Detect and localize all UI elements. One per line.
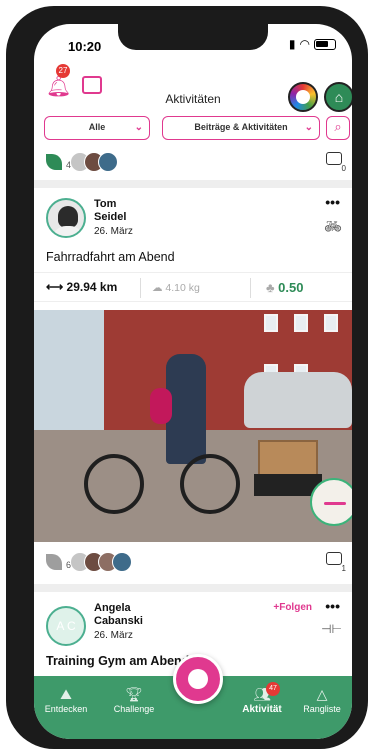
avatar[interactable] (46, 198, 86, 238)
author-first-name: Tom (94, 198, 117, 210)
more-options-icon[interactable]: ••• (325, 194, 340, 210)
avatar-face (58, 206, 78, 228)
post-date: 26. März (94, 226, 133, 237)
photo-wheel (84, 454, 144, 514)
search-icon: ⌕ (334, 119, 342, 134)
photo-cargo-box (258, 440, 318, 476)
scope-select-value: Alle (88, 122, 106, 132)
battery-icon (314, 38, 336, 50)
chevron-down-icon: ⌄ (134, 122, 143, 133)
photo-window (294, 314, 308, 332)
chevron-down-icon: ⌄ (304, 122, 313, 133)
author-name[interactable]: Angela Cabanski (94, 602, 143, 628)
nav-label: Entdecken (44, 704, 88, 714)
stat-separator (140, 278, 141, 298)
route-map-thumbnail[interactable] (310, 478, 352, 526)
avatar (98, 152, 118, 172)
post-date: 26. März (94, 630, 133, 641)
photo-child (150, 388, 172, 424)
comment-icon[interactable] (326, 552, 342, 565)
arrows-icon: ⟷ (46, 280, 67, 294)
author-last-name: Cabanski (94, 615, 143, 627)
avatar-body (52, 226, 84, 236)
phone-frame: 10:20 ▮ ◠ 🔔︎ 27 Aktivitäten ⌂ Alle ⌄ Bei… (6, 6, 368, 749)
reaction-avatars[interactable] (70, 552, 132, 572)
co2-cloud-icon: ☁ (152, 282, 166, 294)
photo-window (324, 314, 338, 332)
more-options-icon[interactable]: ••• (325, 598, 340, 614)
points-stat: ♣ 0.50 (266, 280, 303, 295)
nav-item-rangliste[interactable]: △ Rangliste (292, 686, 352, 714)
home-button[interactable]: ⌂ (324, 82, 352, 112)
filter-bar: Alle ⌄ Beiträge & Aktivitäten ⌄ ⌕ (44, 116, 350, 142)
photo-person (166, 354, 206, 464)
author-name[interactable]: Tom Seidel (94, 198, 126, 224)
reaction-avatars[interactable] (70, 152, 118, 172)
post-title[interactable]: Fahrradfahrt am Abend (46, 250, 175, 264)
nav-item-entdecken[interactable]: ⛰ Entdecken (36, 686, 96, 714)
leaf-icon[interactable] (46, 554, 62, 570)
nav-item-challenge[interactable]: 🏆︎ Challenge (104, 686, 164, 714)
type-select-value: Beiträge & Aktivitäten (194, 122, 288, 132)
post-card: Tom Seidel 26. März ••• 🚲︎ Fahrradfahrt … (34, 188, 352, 588)
photo-car (244, 372, 352, 428)
status-time: 10:20 (68, 39, 102, 54)
comment-icon[interactable] (326, 152, 342, 165)
trophy-icon: 🏆︎ (125, 686, 143, 702)
post-photo[interactable] (34, 310, 352, 542)
stat-separator (250, 278, 251, 298)
dumbbell-icon: ⊣⊢ (321, 622, 342, 636)
co2-value: 4.10 kg (165, 282, 200, 294)
author-first-name: Angela (94, 602, 131, 614)
wifi-icon: ◠ (299, 37, 310, 51)
status-icons: ▮ ◠ (289, 37, 336, 51)
scope-select[interactable]: Alle ⌄ (44, 116, 150, 140)
phone-notch (118, 24, 268, 50)
nav-label: Challenge (113, 704, 155, 714)
signal-icon: ▮ (288, 37, 296, 51)
mood-wheel-button[interactable] (288, 82, 318, 112)
record-activity-button[interactable] (173, 654, 223, 704)
divider (34, 180, 352, 188)
points-value: 0.50 (278, 280, 304, 295)
post-reactions: 6 1 (46, 552, 346, 574)
nav-badge: 47 (266, 682, 280, 696)
nav-item-aktivitaet[interactable]: 👥︎ 47 Aktivität (232, 682, 292, 715)
activity-stats: ⟷ 29.94 km ☁ 4.10 kg ♣ 0.50 (34, 272, 352, 302)
post-title[interactable]: Training Gym am Abend (46, 654, 189, 668)
nav-label: Rangliste (303, 704, 341, 714)
triangle-icon: △ (316, 686, 328, 702)
avatar[interactable]: A C (46, 606, 86, 646)
divider (34, 584, 352, 592)
follow-button[interactable]: +Folgen (273, 602, 312, 613)
comment-count: 0 (341, 164, 346, 173)
search-button[interactable]: ⌕ (326, 116, 350, 140)
type-select[interactable]: Beiträge & Aktivitäten ⌄ (162, 116, 320, 140)
bicycle-icon: 🚲︎ (324, 218, 342, 234)
comment-count: 1 (341, 564, 346, 573)
avatar (112, 552, 132, 572)
photo-wheel (180, 454, 240, 514)
discover-icon: ⛰ (60, 686, 72, 702)
leaf-icon[interactable] (46, 154, 62, 170)
distance-stat: ⟷ 29.94 km (46, 280, 117, 294)
nav-label: Aktivität (242, 704, 282, 715)
top-bar: 🔔︎ 27 Aktivitäten ⌂ (34, 64, 352, 112)
notification-badge: 27 (56, 64, 70, 78)
app-screen: 10:20 ▮ ◠ 🔔︎ 27 Aktivitäten ⌂ Alle ⌄ Bei… (34, 24, 352, 739)
co2-stat: ☁ 4.10 kg (152, 282, 200, 294)
author-last-name: Seidel (94, 211, 127, 223)
points-tree-icon: ♣ (266, 280, 279, 295)
photo-window (264, 314, 278, 332)
feed-reactions: 4 0 (46, 152, 346, 174)
people-icon: 👥︎ (253, 686, 271, 702)
distance-value: 29.94 km (66, 280, 118, 294)
home-icon: ⌂ (334, 89, 344, 105)
